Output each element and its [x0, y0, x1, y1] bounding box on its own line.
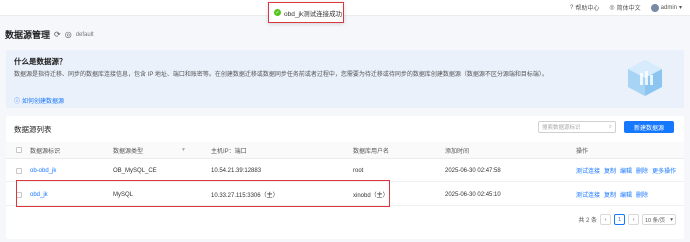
delete-link[interactable]: 删除: [636, 190, 648, 199]
datasource-user: root: [353, 167, 364, 174]
table-header: 数据源标识 数据源类型 ▼ 主机IP：端口 数据库用户名 添加时间 操作: [6, 142, 684, 159]
refresh-icon[interactable]: ⟳: [54, 30, 61, 39]
col-actions: 操作: [576, 148, 589, 155]
datasource-host: 10.33.27.115:3306（主）: [211, 193, 279, 199]
edit-link[interactable]: 编辑: [620, 190, 632, 199]
intro-heading: 什么是数据源？: [14, 57, 67, 66]
page-title: 数据源管理: [5, 30, 51, 40]
success-toast: ✓ obd_jk测试连接成功: [268, 2, 344, 23]
page-size-select[interactable]: 10 条/页 ▾: [642, 214, 676, 225]
pagination: 共 2 条 ‹ 1 › 10 条/页 ▾: [578, 214, 676, 225]
page-number[interactable]: 1: [614, 214, 625, 225]
list-title: 数据源列表: [14, 125, 52, 134]
chevron-down-icon: ▾: [670, 216, 673, 223]
filter-icon[interactable]: ▼: [181, 147, 186, 153]
page-size-label: 10 条/页: [645, 217, 666, 224]
help-circle-icon: ⓘ: [14, 99, 21, 105]
help-icon: ?: [570, 4, 574, 11]
col-host: 主机IP：端口: [211, 148, 247, 155]
copy-link[interactable]: 复制: [604, 190, 616, 199]
how-to-create-label: 如何创建数据源: [22, 99, 65, 105]
next-page-button[interactable]: ›: [628, 214, 639, 225]
col-user: 数据库用户名: [353, 148, 390, 155]
total-count: 共 2 条: [578, 218, 597, 224]
help-center-link[interactable]: ? 帮助中心: [570, 3, 600, 13]
datasource-name-link[interactable]: obd_jk: [30, 184, 48, 205]
help-label: 帮助中心: [575, 6, 600, 12]
col-type: 数据源类型 ▼: [113, 142, 186, 158]
success-check-icon: ✓: [274, 9, 281, 16]
language-switch[interactable]: ◎ 简体中文: [609, 3, 640, 12]
row-checkbox[interactable]: [16, 191, 22, 198]
toast-message: obd_jk测试连接成功: [284, 10, 343, 18]
datasource-host: 10.54.21.39:12883: [211, 167, 262, 174]
search-input[interactable]: 搜索数据源标识 ⌕: [538, 121, 616, 133]
table-row: obd_jk MySQL 10.33.27.115:3306（主） xinobd…: [6, 184, 684, 206]
datasource-name-link[interactable]: ob-obd_jk: [30, 160, 56, 181]
globe-icon: ◎: [609, 5, 615, 11]
select-all-checkbox[interactable]: [16, 147, 22, 153]
col-time: 添加时间: [445, 148, 470, 155]
more-actions-link[interactable]: 更多操作: [652, 166, 676, 175]
language-label: 简体中文: [616, 6, 641, 12]
datasource-type: MySQL: [113, 191, 134, 198]
col-type-label: 数据源类型: [113, 148, 144, 155]
top-bar: ? 帮助中心 ◎ 简体中文 admin ▾: [0, 0, 690, 16]
search-icon: ⌕: [608, 123, 612, 130]
datasource-type: OB_MySQL_CE: [113, 167, 157, 174]
datasource-time: 2025-06-30 02:45:10: [445, 191, 501, 198]
intro-description: 数据源是指待迁移、同步的数据库连接信息，包含 IP 地址、端口和账密等。在创建数…: [14, 72, 548, 78]
search-placeholder: 搜索数据源标识: [542, 125, 581, 131]
user-menu[interactable]: admin ▾: [650, 3, 682, 12]
row-actions: 测试连接 复制 编辑 删除: [576, 184, 648, 205]
avatar: [650, 3, 659, 12]
datasource-list-panel: 数据源列表 搜索数据源标识 ⌕ 新建数据源 数据源标识 数据源类型 ▼ 主机IP…: [6, 116, 684, 239]
user-name: admin: [660, 4, 677, 11]
row-actions: 测试连接 复制 编辑 删除 更多操作: [576, 160, 676, 181]
edit-link[interactable]: 编辑: [620, 166, 632, 175]
col-name: 数据源标识: [30, 148, 61, 155]
copy-link[interactable]: 复制: [604, 166, 616, 175]
test-connection-link[interactable]: 测试连接: [576, 166, 600, 175]
chevron-down-icon: ▾: [678, 5, 682, 11]
datasource-time: 2025-06-30 02:47:58: [445, 167, 501, 174]
datasource-illustration: [628, 60, 662, 96]
datasource-user: xinobd（主）: [353, 193, 389, 199]
page-header: 数据源管理 ⟳ ◎ default: [5, 28, 94, 41]
row-checkbox[interactable]: [16, 167, 22, 174]
test-connection-link[interactable]: 测试连接: [576, 190, 600, 199]
delete-link[interactable]: 删除: [636, 166, 648, 175]
table-row: ob-obd_jk OB_MySQL_CE 10.54.21.39:12883 …: [6, 160, 684, 182]
top-bar-actions: ? 帮助中心 ◎ 简体中文 admin ▾: [570, 3, 682, 12]
how-to-create-link[interactable]: ⓘ 如何创建数据源: [14, 96, 64, 105]
intro-banner: 什么是数据源？ 数据源是指待迁移、同步的数据库连接信息，包含 IP 地址、端口和…: [6, 50, 684, 108]
location-icon[interactable]: ◎: [65, 30, 72, 39]
new-datasource-button[interactable]: 新建数据源: [624, 121, 674, 133]
prev-page-button[interactable]: ‹: [600, 214, 611, 225]
project-tag: default: [75, 31, 94, 38]
